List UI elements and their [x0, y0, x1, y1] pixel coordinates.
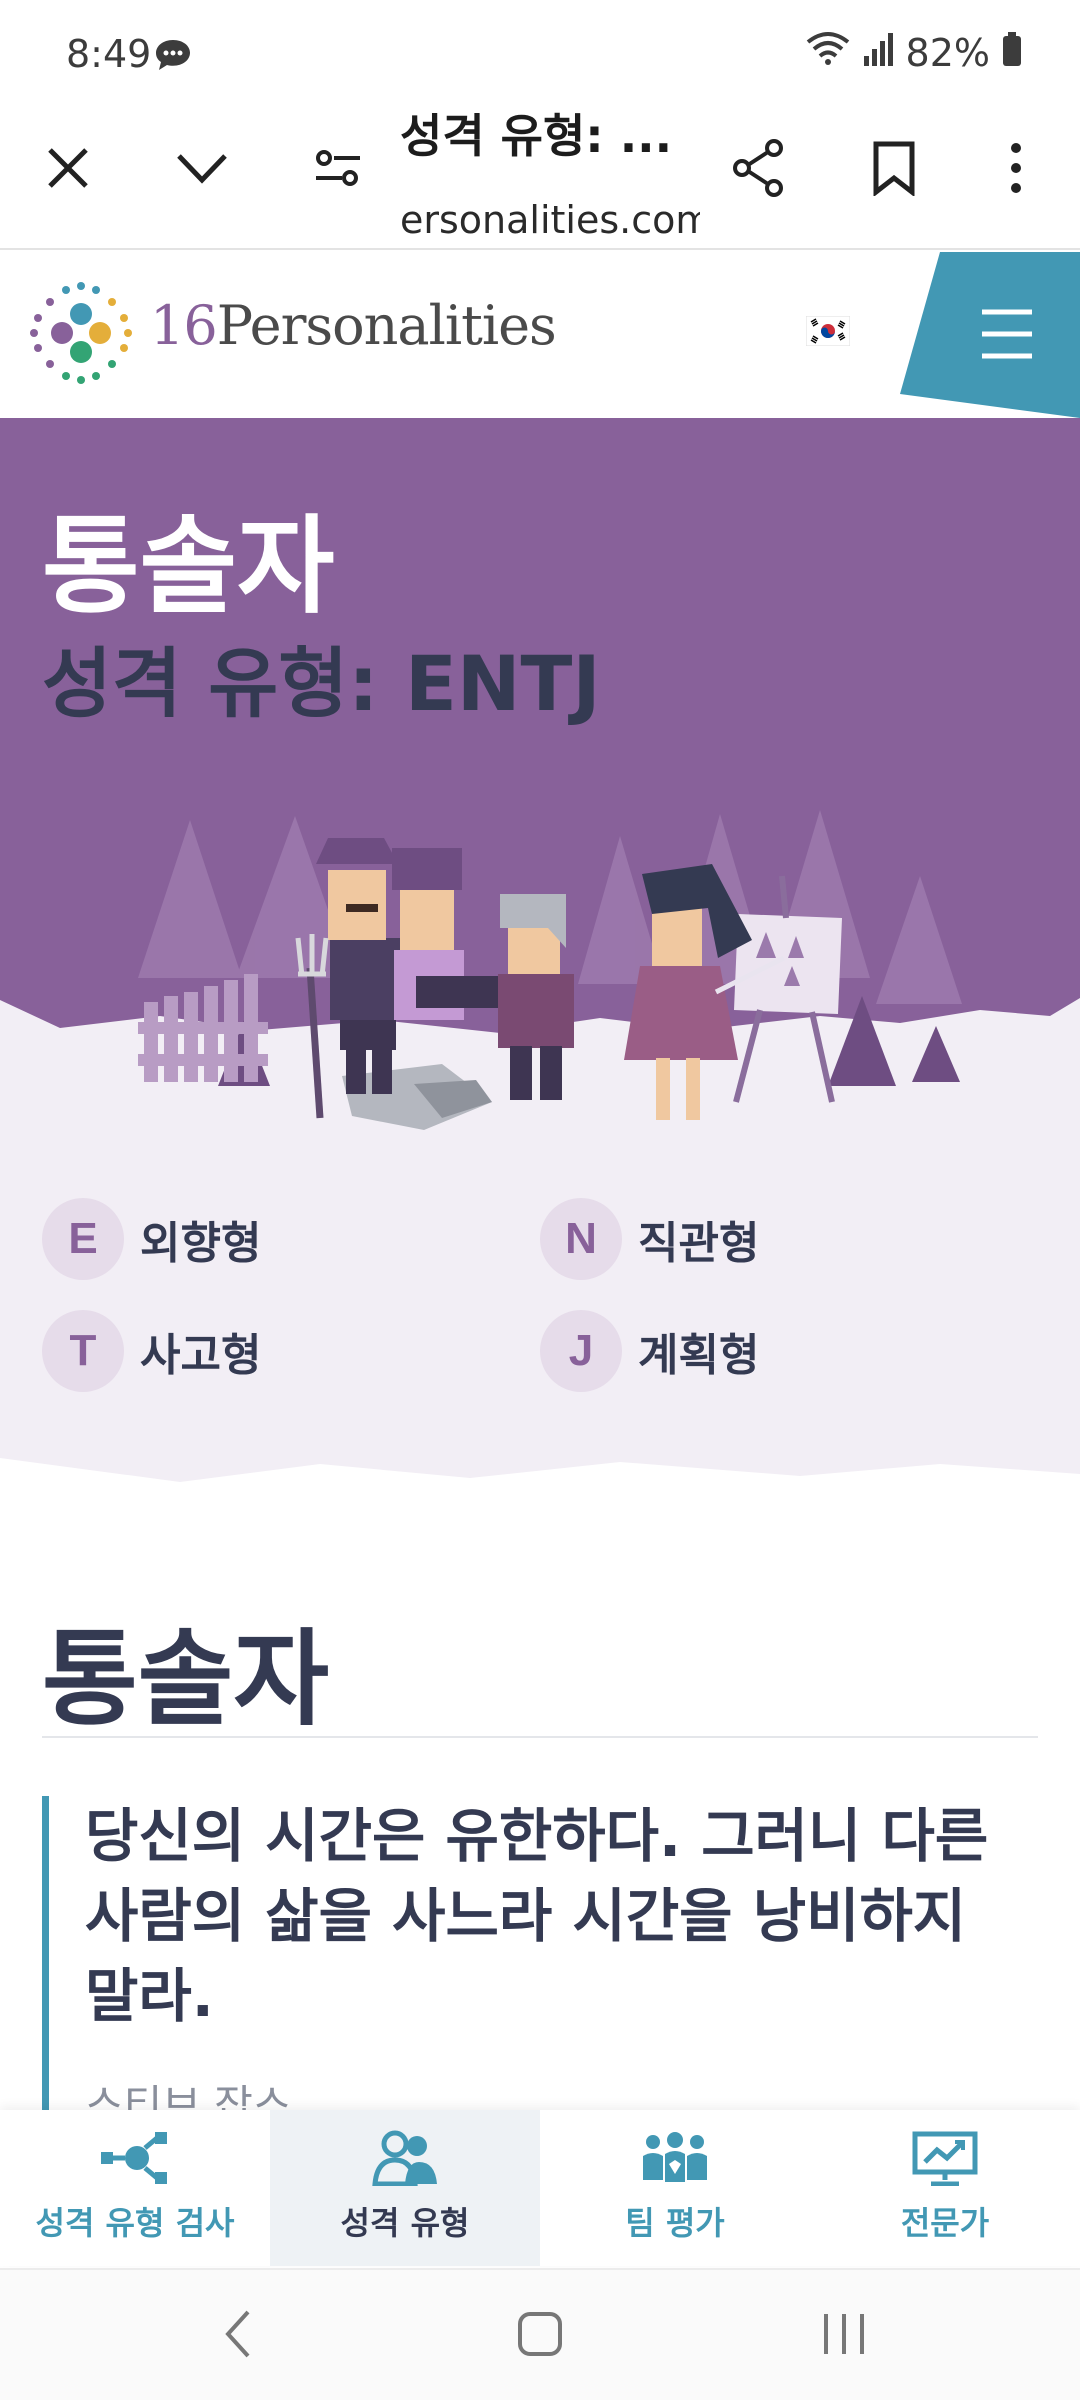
browser-toolbar: 성격 유형: ... ersonalities.com	[0, 100, 1080, 250]
battery-icon	[1002, 31, 1022, 75]
hero-type-name: 통솔자	[42, 505, 335, 628]
nav-label: 팀 평가	[625, 2204, 725, 2242]
quote-line: 말라.	[85, 1962, 214, 2030]
logo-number: 16	[150, 294, 218, 357]
trait-letter: N	[540, 1198, 622, 1280]
trait-label: 외향형	[140, 1218, 262, 1269]
trait-letter: E	[42, 1198, 124, 1280]
nav-label: 성격 유형 검사	[35, 2204, 235, 2242]
trait-label: 직관형	[638, 1218, 760, 1269]
share-icon	[733, 139, 783, 197]
trait-label: 계획형	[638, 1330, 760, 1381]
close-icon	[48, 148, 88, 188]
home-button[interactable]	[516, 2306, 564, 2366]
trait-letter: T	[42, 1310, 124, 1392]
bookmark-button[interactable]	[856, 130, 932, 206]
tune-icon	[316, 150, 360, 186]
nav-team[interactable]: 팀 평가	[540, 2110, 810, 2266]
status-indicators: 82%	[806, 30, 1022, 75]
status-bar: 8:49 82%	[0, 0, 1080, 100]
trait-extraverted[interactable]: E 외향형	[42, 1198, 261, 1280]
trait-label: 사고형	[140, 1330, 262, 1381]
people-icon	[372, 2130, 437, 2186]
chevron-down-icon	[177, 154, 227, 184]
battery-percent: 82%	[905, 30, 990, 75]
divider	[42, 1736, 1038, 1738]
bottom-navigation: 성격 유형 검사 성격 유형 팀 평가 전문가	[0, 2110, 1080, 2266]
more-vert-icon	[1011, 143, 1021, 193]
recents-icon	[824, 2314, 864, 2354]
back-icon	[225, 2310, 250, 2358]
page-title: 성격 유형: ...	[400, 109, 670, 163]
trait-judging[interactable]: J 계획형	[540, 1310, 759, 1392]
quote-line: 당신의 시간은 유한하다. 그러니 다른	[85, 1802, 989, 1870]
nav-label: 성격 유형	[340, 2204, 470, 2242]
recents-button[interactable]	[820, 2306, 868, 2366]
network-icon	[101, 2132, 167, 2184]
wifi-icon	[806, 30, 850, 75]
signal-icon	[862, 31, 894, 75]
nav-types[interactable]: 성격 유형	[270, 2110, 540, 2266]
system-navigation-bar	[0, 2268, 1080, 2400]
home-icon	[518, 2312, 562, 2356]
quote-text: 당신의 시간은 유한하다. 그러니 다른 사람의 삶을 사느라 시간을 낭비하지…	[85, 1796, 1038, 2036]
menu-button[interactable]	[900, 252, 1080, 418]
url-text[interactable]: ersonalities.com	[400, 198, 700, 242]
logo-name: Personalities	[216, 294, 557, 357]
site-settings-button[interactable]	[300, 130, 376, 206]
trait-letter: J	[540, 1310, 622, 1392]
hero-section: 통솔자 성격 유형: ENTJ E 외향형 N 직관형 T 사고형 J 계획형	[0, 418, 1080, 1488]
logo-icon[interactable]	[26, 278, 136, 392]
language-flag-icon[interactable]	[805, 315, 851, 350]
article-title: 통솔자	[42, 1618, 330, 1740]
collapse-button[interactable]	[164, 130, 240, 206]
logo-wordmark[interactable]: 16Personalities	[150, 294, 557, 357]
hero-type-code: 성격 유형: ENTJ	[42, 639, 601, 728]
close-tab-button[interactable]	[30, 130, 106, 206]
presentation-icon	[912, 2131, 978, 2186]
nav-test[interactable]: 성격 유형 검사	[0, 2110, 270, 2266]
team-icon	[643, 2132, 707, 2182]
chat-notification-icon	[154, 38, 192, 76]
back-button[interactable]	[222, 2306, 252, 2366]
bookmark-icon	[873, 141, 915, 196]
nav-label: 전문가	[900, 2204, 990, 2242]
quote-line: 사람의 삶을 사느라 시간을 낭비하지	[85, 1882, 967, 1950]
site-header: 16Personalities	[0, 252, 1080, 418]
status-time: 8:49	[66, 32, 152, 76]
nav-experts[interactable]: 전문가	[810, 2110, 1080, 2266]
trait-thinking[interactable]: T 사고형	[42, 1310, 261, 1392]
trait-intuitive[interactable]: N 직관형	[540, 1198, 759, 1280]
share-button[interactable]	[720, 130, 796, 206]
quote-block: 당신의 시간은 유한하다. 그러니 다른 사람의 삶을 사느라 시간을 낭비하지…	[42, 1796, 1038, 2130]
more-options-button[interactable]	[978, 130, 1054, 206]
